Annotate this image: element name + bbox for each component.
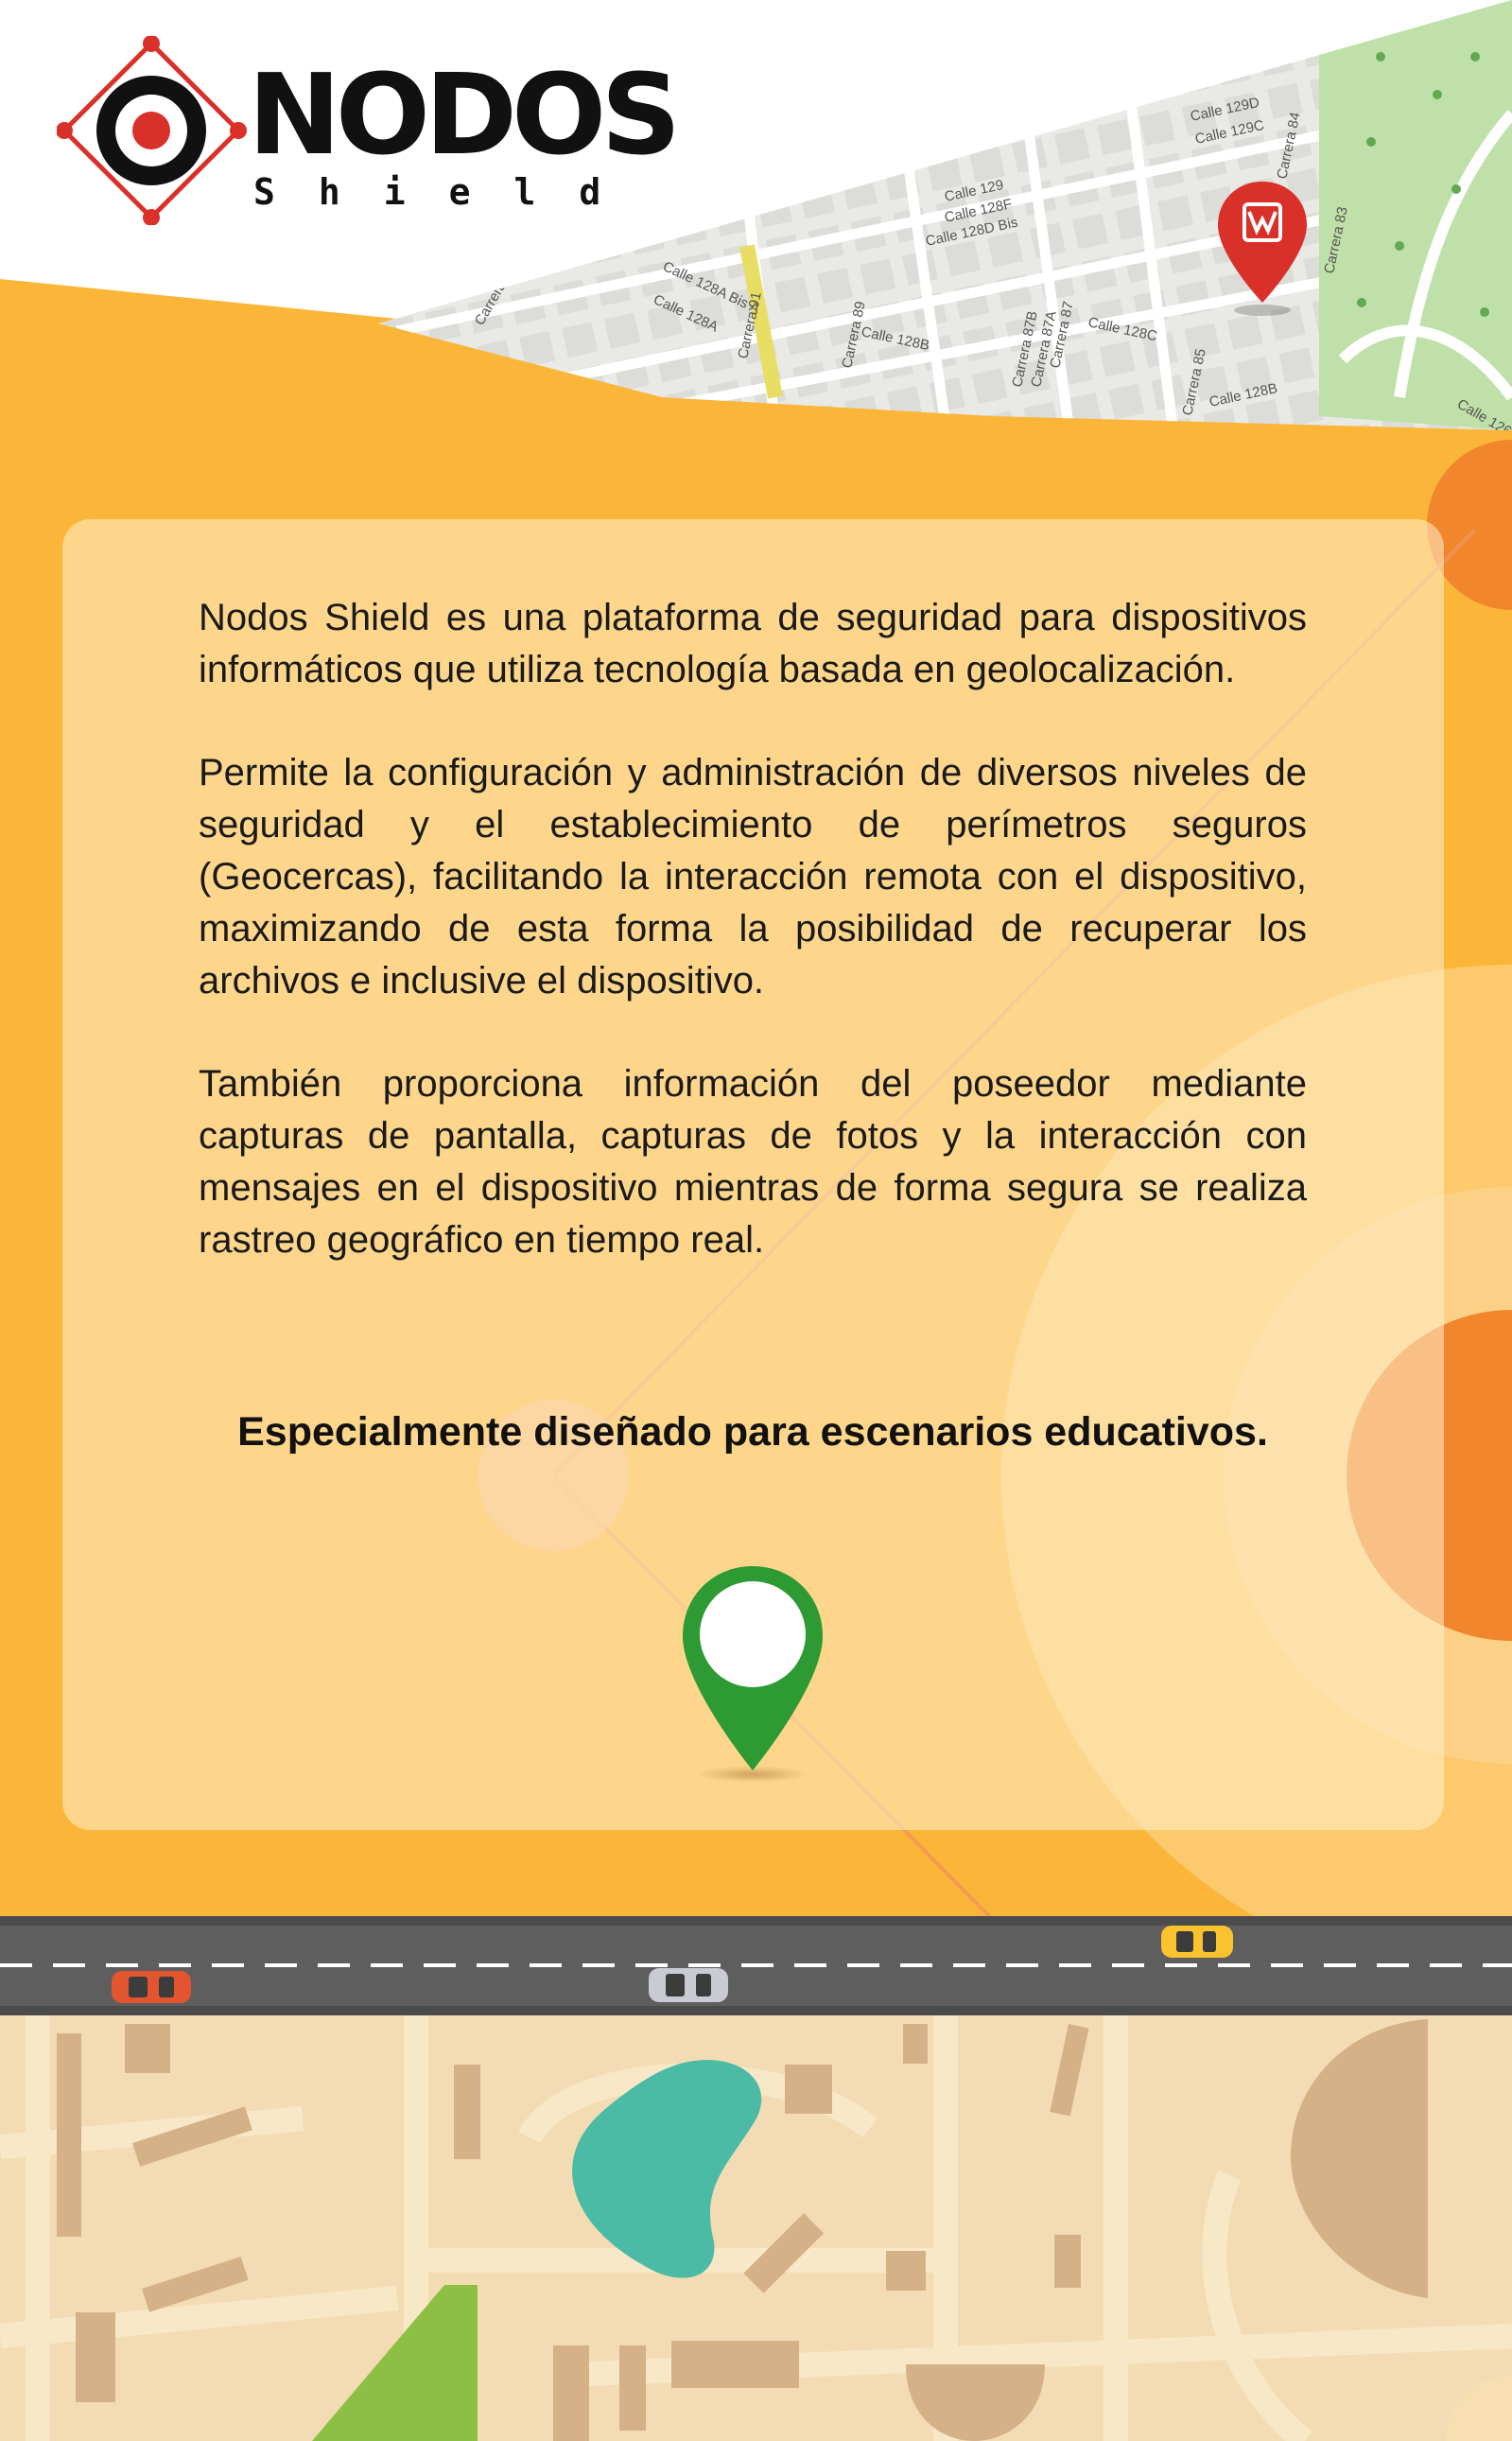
map-pin-icon [1218,182,1307,316]
logo-wordmark: NODOS [248,49,681,180]
paragraph-tracking: También proporciona información del pose… [199,1063,1307,1261]
logo-subtitle: Shield [253,171,645,213]
car-icon [649,1968,728,2002]
paragraph-features: Permite la configuración y administració… [199,752,1307,1002]
description: Nodos Shield es una plataforma de seguri… [199,592,1307,1317]
tagline: Especialmente diseñado para escenarios e… [237,1409,1268,1455]
taxi-icon [1161,1926,1233,1958]
bottom-map [0,2015,1512,2441]
car-icon [112,1971,191,2003]
location-pin-icon [683,1566,823,1783]
paragraph-intro: Nodos Shield es una plataforma de seguri… [199,597,1307,690]
target-diamond-icon [57,36,247,225]
